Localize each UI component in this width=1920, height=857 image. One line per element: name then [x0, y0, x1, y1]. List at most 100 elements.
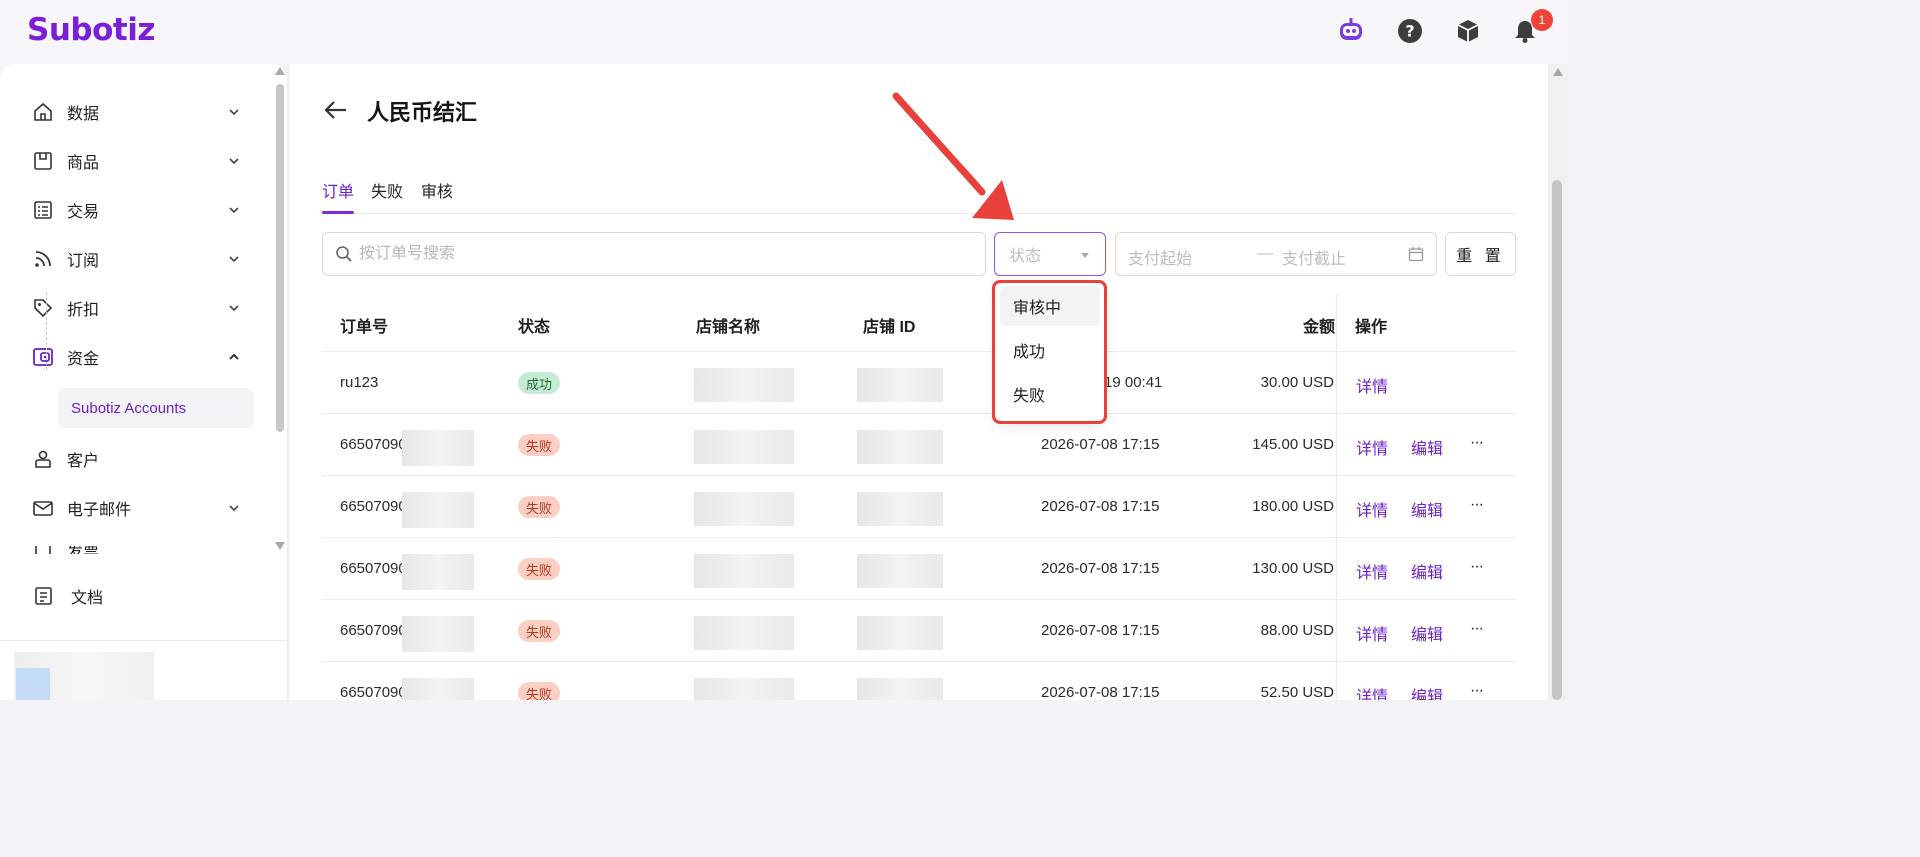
more-actions-icon[interactable]: ··· — [1470, 434, 1484, 452]
rss-icon — [32, 248, 54, 270]
more-actions-icon[interactable]: ··· — [1470, 682, 1484, 700]
search-icon — [336, 246, 352, 262]
sidebar-item-label: 电子邮件 — [67, 502, 132, 519]
sidebar-item-label: 订阅 — [67, 253, 100, 270]
column-header-amount: 金额 — [1303, 319, 1336, 336]
sidebar-item-funds[interactable]: 资金 — [32, 339, 252, 375]
column-header-actions: 操作 — [1355, 319, 1388, 336]
edit-link[interactable]: 编辑 — [1411, 621, 1443, 645]
search-input[interactable] — [359, 245, 959, 263]
sidebar-item-subscriptions[interactable]: 订阅 — [32, 241, 252, 277]
details-link[interactable]: 详情 — [1356, 373, 1388, 397]
store-name-blurred — [694, 430, 794, 464]
sidebar-item-discounts[interactable]: 折扣 — [32, 290, 252, 326]
sidebar-item-data[interactable]: 数据 — [32, 94, 252, 130]
notification-badge: 1 — [1531, 9, 1553, 31]
docs-icon — [32, 585, 54, 607]
tab-orders[interactable]: 订单 — [322, 178, 354, 202]
payment-time: 19 00:41 — [1104, 374, 1163, 391]
sidebar-item-label: 文档 — [71, 590, 104, 607]
annotation-highlight-box — [992, 280, 1107, 424]
order-number: 66507090 — [340, 498, 407, 515]
help-icon[interactable]: ? — [1395, 16, 1425, 46]
sidebar-item-docs[interactable]: 文档 — [32, 578, 252, 614]
store-name-blurred — [694, 492, 794, 526]
column-header-store-id: 店铺 ID — [863, 319, 916, 336]
payment-time: 2026-07-08 17:15 — [1041, 436, 1160, 453]
store-name-blurred — [694, 554, 794, 588]
sidebar-item-label: 资金 — [67, 351, 100, 368]
status-select[interactable]: 状态 — [994, 232, 1106, 276]
chevron-down-icon — [229, 207, 239, 214]
more-actions-icon[interactable]: ··· — [1470, 496, 1484, 514]
tab-active-indicator — [322, 211, 354, 214]
sidebar-scrollbar[interactable] — [272, 64, 288, 554]
sidebar-item-transactions[interactable]: 交易 — [32, 192, 252, 228]
chevron-down-icon — [229, 505, 239, 512]
store-name-blurred — [694, 678, 794, 700]
date-separator: — — [1257, 245, 1273, 262]
page-title: 人民币结汇 — [367, 100, 478, 125]
chevron-up-icon — [229, 353, 239, 360]
tag-icon — [32, 297, 54, 319]
store-icon — [32, 150, 54, 172]
more-actions-icon[interactable]: ··· — [1470, 558, 1484, 576]
svg-text:?: ? — [1405, 22, 1414, 41]
sidebar-item-invoices-clipped[interactable]: 发票 — [32, 546, 262, 554]
sidebar-item-products[interactable]: 商品 — [32, 143, 252, 179]
back-arrow-icon[interactable] — [322, 96, 350, 124]
amount: 130.00 USD — [1252, 560, 1334, 577]
chevron-down-icon — [229, 305, 239, 312]
annotation-arrow-icon — [892, 92, 1014, 220]
more-actions-icon[interactable]: ··· — [1470, 620, 1484, 638]
assistant-bot-icon[interactable] — [1336, 16, 1366, 46]
order-number-blurred — [402, 678, 474, 700]
sidebar-subitem-subotiz-accounts[interactable]: Subotiz Accounts — [58, 388, 254, 428]
avatar[interactable] — [16, 668, 50, 700]
payment-time: 2026-07-08 17:15 — [1041, 684, 1160, 700]
payment-date-range-picker[interactable]: 支付起始 — 支付截止 — [1115, 232, 1437, 276]
edit-link[interactable]: 编辑 — [1411, 497, 1443, 521]
sidebar-item-label: 交易 — [67, 204, 100, 221]
tree-line — [46, 292, 47, 370]
edit-link[interactable]: 编辑 — [1411, 435, 1443, 459]
reset-button[interactable]: 重 置 — [1445, 232, 1516, 276]
tab-failed[interactable]: 失败 — [371, 178, 403, 202]
details-link[interactable]: 详情 — [1356, 435, 1388, 459]
edit-link[interactable]: 编辑 — [1411, 559, 1443, 583]
details-link[interactable]: 详情 — [1356, 559, 1388, 583]
package-icon[interactable] — [1453, 16, 1483, 46]
edit-link[interactable]: 编辑 — [1411, 683, 1443, 700]
order-search-field[interactable] — [322, 232, 986, 276]
sidebar-item-customers[interactable]: 客户 — [32, 441, 252, 477]
details-link[interactable]: 详情 — [1356, 683, 1388, 700]
sidebar-item-label: 数据 — [67, 106, 100, 123]
date-start-placeholder[interactable]: 支付起始 — [1128, 245, 1192, 269]
store-name-blurred — [694, 368, 794, 402]
date-end-placeholder[interactable]: 支付截止 — [1282, 245, 1346, 269]
status-badge: 失败 — [518, 434, 561, 456]
status-badge: 成功 — [518, 372, 561, 394]
invoice-icon — [32, 546, 54, 554]
order-number-blurred — [402, 616, 474, 652]
caret-down-icon — [1081, 253, 1089, 258]
payment-time: 2026-07-08 17:15 — [1041, 498, 1160, 515]
calendar-icon — [1408, 247, 1424, 262]
status-select-placeholder: 状态 — [1009, 248, 1042, 265]
sidebar-item-email[interactable]: 电子邮件 — [32, 490, 252, 526]
logo[interactable]: Subotiz — [27, 12, 155, 48]
chevron-down-icon — [229, 158, 239, 165]
store-id-blurred — [857, 492, 943, 526]
tab-review[interactable]: 审核 — [421, 178, 453, 202]
amount: 88.00 USD — [1260, 622, 1334, 639]
column-header-store-name: 店铺名称 — [696, 319, 761, 336]
column-header-order-no: 订单号 — [340, 319, 389, 336]
sidebar-item-label: 客户 — [67, 453, 100, 470]
amount: 52.50 USD — [1260, 684, 1334, 700]
store-id-blurred — [857, 678, 943, 700]
order-number: ru123 — [340, 374, 379, 391]
details-link[interactable]: 详情 — [1356, 497, 1388, 521]
order-number-blurred — [402, 430, 474, 466]
main-scrollbar[interactable] — [1548, 64, 1568, 700]
details-link[interactable]: 详情 — [1356, 621, 1388, 645]
